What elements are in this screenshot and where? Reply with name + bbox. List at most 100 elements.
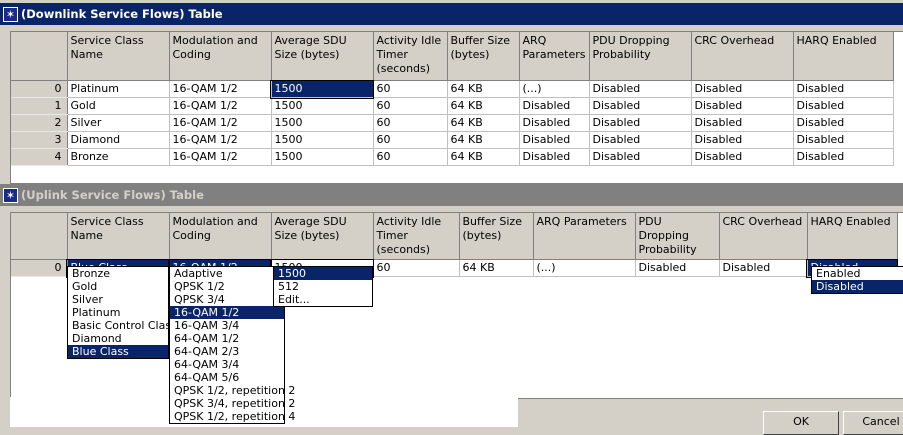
column-header[interactable]: Modulation and Coding <box>169 32 272 81</box>
table-cell[interactable]: Disabled <box>793 131 894 149</box>
row-index[interactable]: 2 <box>11 114 68 132</box>
column-header[interactable]: Activity Idle Timer (seconds) <box>373 213 460 260</box>
dropdown-option[interactable]: Platinum <box>68 306 168 319</box>
table-cell[interactable]: Silver <box>67 114 170 132</box>
table-cell[interactable]: Disabled <box>691 148 794 166</box>
dropdown-option[interactable]: Diamond <box>68 332 168 345</box>
column-header[interactable]: Buffer Size (bytes) <box>459 213 534 260</box>
dropdown-option[interactable]: 16-QAM 1/2 <box>170 306 284 319</box>
column-header[interactable]: PDU Dropping Probability <box>635 213 720 260</box>
table-cell[interactable]: 60 <box>373 131 448 149</box>
table-cell[interactable]: Disabled <box>793 97 894 115</box>
table-cell[interactable]: Disabled <box>793 80 894 98</box>
dropdown-option[interactable]: 64-QAM 2/3 <box>170 345 284 358</box>
row-index[interactable]: 1 <box>11 97 68 115</box>
table-cell[interactable]: 1500 <box>271 114 374 132</box>
table-cell[interactable]: Disabled <box>793 148 894 166</box>
table-cell[interactable]: 64 KB <box>447 80 520 98</box>
cancel-button[interactable]: Cancel <box>843 411 903 435</box>
table-cell[interactable]: Disabled <box>589 148 692 166</box>
dropdown-option[interactable]: 64-QAM 5/6 <box>170 371 284 384</box>
dropdown-option[interactable]: Basic Control Class <box>68 319 177 332</box>
table-cell[interactable]: 60 <box>373 97 448 115</box>
table-cell[interactable]: Bronze <box>67 148 170 166</box>
table-cell[interactable]: 1500 <box>270 79 374 99</box>
dropdown-option[interactable]: Gold <box>68 280 168 293</box>
dropdown-option[interactable]: 1500 <box>274 267 372 280</box>
dropdown-option[interactable]: QPSK 1/2, repetition 2 <box>170 384 295 397</box>
table-cell[interactable]: 16-QAM 1/2 <box>169 80 272 98</box>
table-row[interactable]: 4 Bronze 16-QAM 1/2 1500 60 64 KB Disabled Disa… <box>11 148 894 166</box>
table-cell[interactable]: 64 KB <box>447 131 520 149</box>
harq-dropdown[interactable]: Enabled Disabled <box>811 266 903 294</box>
column-header[interactable]: CRC Overhead <box>691 32 794 81</box>
table-cell[interactable]: Disabled <box>589 131 692 149</box>
table-cell[interactable]: 1500 <box>271 131 374 149</box>
column-header[interactable]: Average SDU Size (bytes) <box>271 213 374 260</box>
table-row[interactable]: 2 Silver 16-QAM 1/2 1500 60 64 KB Disabled Disa… <box>11 114 894 132</box>
table-cell[interactable]: Disabled <box>519 148 590 166</box>
table-cell[interactable]: 16-QAM 1/2 <box>169 148 272 166</box>
table-cell[interactable]: Disabled <box>589 97 692 115</box>
table-cell[interactable]: Disabled <box>691 114 794 132</box>
table-cell[interactable]: Disabled <box>691 131 794 149</box>
table-cell[interactable]: 1500 <box>271 97 374 115</box>
column-header[interactable]: Modulation and Coding <box>169 213 272 260</box>
table-cell[interactable]: 64 KB <box>447 148 520 166</box>
table-cell[interactable]: Disabled <box>719 259 808 277</box>
table-cell[interactable]: Diamond <box>67 131 170 149</box>
table-cell[interactable]: 60 <box>373 259 460 277</box>
uplink-titlebar[interactable]: ✶ (Uplink Service Flows) Table <box>0 184 903 206</box>
downlink-titlebar[interactable]: ✶ (Downlink Service Flows) Table <box>0 3 903 25</box>
dropdown-option[interactable]: Silver <box>68 293 168 306</box>
dropdown-option[interactable]: Enabled <box>812 267 903 280</box>
dropdown-option[interactable]: QPSK 1/2, repetition 4 <box>170 410 295 423</box>
table-cell[interactable]: Disabled <box>519 131 590 149</box>
dropdown-option[interactable]: 512 <box>274 280 372 293</box>
dropdown-option[interactable]: Bronze <box>68 267 168 280</box>
service-class-dropdown[interactable]: Bronze Gold Silver Platinum Basic Control Cl… <box>67 266 177 359</box>
column-header[interactable]: Service Class Name <box>67 32 170 81</box>
table-cell[interactable]: 16-QAM 1/2 <box>169 114 272 132</box>
dropdown-option[interactable]: 16-QAM 3/4 <box>170 319 284 332</box>
row-index[interactable]: 0 <box>11 80 68 98</box>
column-header[interactable]: HARQ Enabled <box>807 213 898 260</box>
table-cell[interactable]: Disabled <box>589 114 692 132</box>
column-header[interactable]: PDU Dropping Probability <box>589 32 692 81</box>
sdu-size-dropdown[interactable]: 1500 512 Edit... <box>273 266 373 307</box>
table-cell[interactable]: 16-QAM 1/2 <box>169 131 272 149</box>
table-cell[interactable]: Gold <box>67 97 170 115</box>
dropdown-option[interactable]: QPSK 1/2 <box>170 280 284 293</box>
row-index[interactable]: 4 <box>11 148 68 166</box>
dropdown-option[interactable]: Disabled <box>812 280 903 293</box>
column-header[interactable]: Average SDU Size (bytes) <box>271 32 374 81</box>
dropdown-option[interactable]: Edit... <box>274 293 372 306</box>
table-row[interactable]: 0 Platinum 16-QAM 1/2 1500 60 64 KB (...) Disab… <box>11 79 894 99</box>
table-cell[interactable]: Disabled <box>691 97 794 115</box>
row-index[interactable]: 3 <box>11 131 68 149</box>
table-cell[interactable]: Disabled <box>519 114 590 132</box>
table-cell[interactable]: 64 KB <box>459 259 534 277</box>
dropdown-option[interactable]: 64-QAM 1/2 <box>170 332 284 345</box>
table-cell[interactable]: 60 <box>373 80 448 98</box>
table-cell[interactable]: 64 KB <box>447 97 520 115</box>
table-cell[interactable]: Disabled <box>691 80 794 98</box>
column-header[interactable]: Buffer Size (bytes) <box>447 32 520 81</box>
column-header[interactable]: ARQ Parameters <box>533 213 636 260</box>
column-header[interactable]: HARQ Enabled <box>793 32 894 81</box>
table-cell[interactable]: Disabled <box>793 114 894 132</box>
table-cell[interactable]: (...) <box>533 259 636 277</box>
dropdown-option[interactable]: QPSK 3/4, repetition 2 <box>170 397 295 410</box>
ok-button[interactable]: OK <box>763 411 839 435</box>
column-header[interactable]: ARQ Parameters <box>519 32 590 81</box>
table-cell[interactable]: Platinum <box>67 80 170 98</box>
table-row[interactable]: 1 Gold 16-QAM 1/2 1500 60 64 KB Disabled Disabl… <box>11 97 894 115</box>
table-row[interactable]: 3 Diamond 16-QAM 1/2 1500 60 64 KB Disabled Dis… <box>11 131 894 149</box>
dropdown-option[interactable]: Adaptive <box>170 267 284 280</box>
column-header[interactable]: Activity Idle Timer (seconds) <box>373 32 448 81</box>
table-cell[interactable]: (...) <box>519 80 590 98</box>
row-index[interactable]: 0 <box>11 259 68 277</box>
table-cell[interactable]: 64 KB <box>447 114 520 132</box>
column-header[interactable]: CRC Overhead <box>719 213 808 260</box>
downlink-table[interactable]: Service Class Name Modulation and Coding A… <box>10 31 903 184</box>
